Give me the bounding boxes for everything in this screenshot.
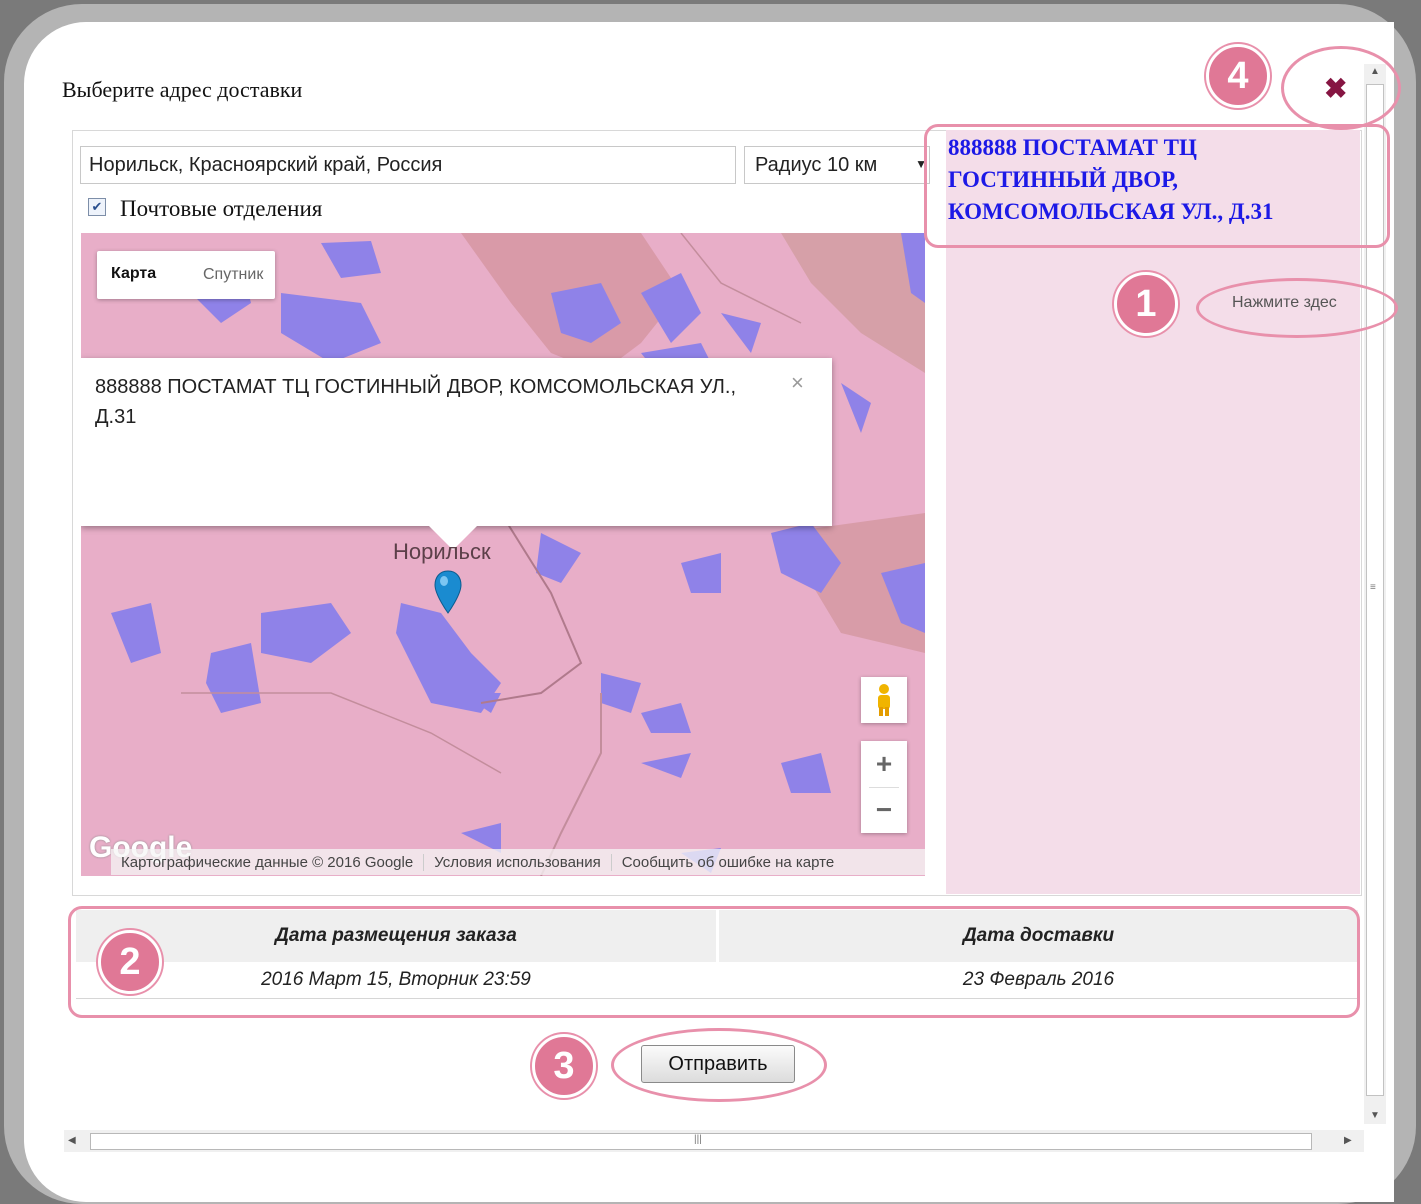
annotation-ring-dates: [68, 906, 1360, 1018]
info-window-close-icon[interactable]: ×: [791, 370, 804, 396]
map-data-credit: Картографические данные © 2016 Google: [111, 853, 425, 871]
terms-link[interactable]: Условия использования: [424, 853, 612, 871]
zoom-out-button[interactable]: −: [861, 787, 907, 833]
map-type-map-button[interactable]: Карта: [111, 265, 156, 283]
map-info-window: 888888 ПОСТАМАТ ТЦ ГОСТИННЫЙ ДВОР, КОМСО…: [81, 358, 832, 526]
address-search-input[interactable]: Норильск, Красноярский край, Россия: [80, 146, 736, 184]
dialog-title: Выберите адрес доставки: [62, 77, 303, 102]
scroll-right-icon[interactable]: ▶: [1344, 1135, 1352, 1146]
map-canvas[interactable]: Карта Спутник 888888 ПОСТАМАТ ТЦ ГОСТИНН…: [81, 233, 925, 876]
info-window-address: 888888 ПОСТАМАТ ТЦ ГОСТИННЫЙ ДВОР, КОМСО…: [95, 376, 737, 428]
zoom-control: + −: [861, 741, 907, 833]
map-terrain: [81, 233, 925, 876]
step-badge-4: 4: [1206, 44, 1270, 108]
post-offices-label: Почтовые отделения: [120, 196, 323, 221]
hscroll-grip-icon: |||: [694, 1134, 702, 1145]
report-error-link[interactable]: Сообщить об ошибке на карте: [612, 854, 844, 871]
map-attribution: Картографические данные © 2016 Google Ус…: [111, 849, 925, 875]
post-offices-checkbox[interactable]: ✔: [88, 198, 106, 216]
map-marker-icon[interactable]: [433, 569, 463, 615]
scroll-left-icon[interactable]: ◀: [68, 1135, 76, 1146]
step-badge-3: 3: [532, 1034, 596, 1098]
map-type-control: Карта Спутник: [97, 251, 275, 299]
map-city-label: Норильск: [393, 539, 491, 564]
pegman-icon[interactable]: [861, 677, 907, 723]
zoom-in-button[interactable]: +: [861, 741, 907, 787]
annotation-ring-selected-address: [924, 124, 1390, 248]
step-badge-1: 1: [1114, 272, 1178, 336]
scroll-down-icon[interactable]: ▼: [1370, 1110, 1380, 1121]
radius-select[interactable]: Радиус 10 км ▼: [744, 146, 930, 184]
annotation-ring-close: [1281, 46, 1401, 130]
radius-selected-value: Радиус 10 км: [755, 154, 878, 176]
annotation-ring-submit: [611, 1028, 827, 1102]
step-badge-2: 2: [98, 930, 162, 994]
map-type-satellite-button[interactable]: Спутник: [203, 266, 263, 284]
scroll-grip-icon: ≡: [1370, 582, 1376, 593]
annotation-ring-click-here: [1196, 278, 1398, 338]
